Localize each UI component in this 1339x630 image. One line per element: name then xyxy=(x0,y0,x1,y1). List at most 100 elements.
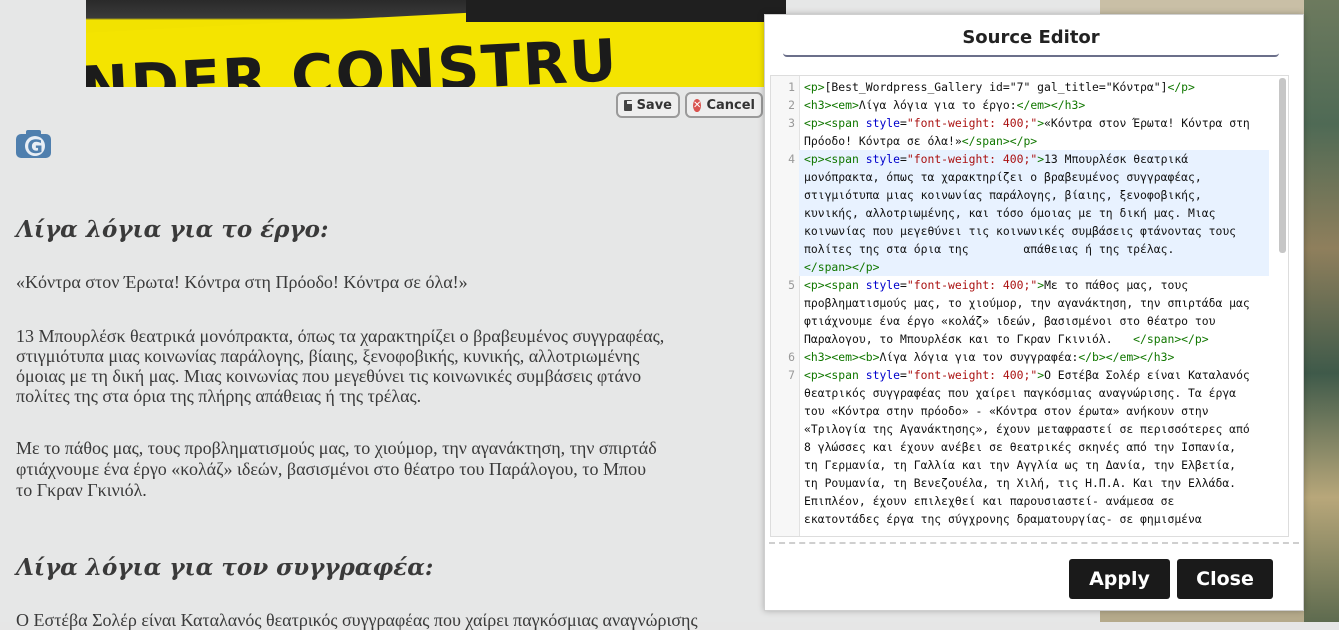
code-token: θεατρικός συγγραφέας που χαίρει παγκόσμι… xyxy=(804,386,1237,400)
source-editor-dialog: Source Editor 1 <p>[Best_Wordpress_Galler… xyxy=(764,14,1304,611)
code-line[interactable]: πολίτες της στα όρια της απάθειας ή της … xyxy=(799,240,1269,258)
code-line[interactable]: 2 <h3><em>Λίγα λόγια για το έργο:</em></h… xyxy=(788,96,1269,114)
code-line[interactable]: «Τριλογία της Αγανάκτησης», έχουν μεταφρ… xyxy=(799,420,1269,438)
line-number: 7 xyxy=(788,368,795,382)
code-line[interactable]: στιγμιότυπα μιας κοινωνίας παράλογης, βί… xyxy=(799,186,1269,204)
background-art xyxy=(1304,0,1339,622)
code-token: Λίγα λόγια για το έργο: xyxy=(858,98,1017,112)
code-token: style xyxy=(865,278,901,292)
code-line[interactable]: 1 <p>[Best_Wordpress_Gallery id="7" gal_t… xyxy=(788,78,1269,96)
code-token: Επιπλέον, έχουν επιλεχθεί και παρουσιαστ… xyxy=(804,494,1175,508)
code-token: "font-weight: 400;" xyxy=(906,278,1038,292)
line-number: 3 xyxy=(788,116,795,130)
save-button[interactable]: Save xyxy=(616,92,680,118)
hero-image: NDER CONSTRU xyxy=(86,0,786,87)
heading-about-work: Λίγα λόγια για το έργο: xyxy=(16,216,329,243)
gallery-logo-icon[interactable]: G xyxy=(16,128,53,158)
code-token: Με το πάθος μας, τους xyxy=(1044,278,1189,292)
code-token: style xyxy=(865,368,901,382)
code-line[interactable]: φτιάχνουμε ένα έργο «κολάζ» ιδεών, βασισ… xyxy=(799,312,1269,330)
code-token: </span></p> xyxy=(804,260,880,274)
save-label: Save xyxy=(636,97,672,113)
code-line[interactable]: Πρόοδο! Κόντρα σε όλα!»</span></p> xyxy=(799,132,1269,150)
code-line[interactable]: προβληματισμούς μας, το χιούμορ, την αγα… xyxy=(799,294,1269,312)
code-token: </p> xyxy=(1167,80,1195,94)
close-button[interactable]: Close xyxy=(1177,559,1273,599)
code-token: τη Ρουμανία, τη Βενεζουέλα, τη Χιλή, τις… xyxy=(804,476,1237,490)
code-line[interactable]: 7 <p><span style="font-weight: 400;">Ο Εσ… xyxy=(788,366,1269,384)
code-token: φτιάχνουμε ένα έργο «κολάζ» ιδεών, βασισ… xyxy=(804,314,1216,328)
code-line[interactable]: του «Κόντρα στην πρόοδο» - «Κόντρα στον … xyxy=(799,402,1269,420)
code-token: style xyxy=(865,116,901,130)
vertical-scrollbar[interactable] xyxy=(1279,78,1286,534)
code-token: </em></h3> xyxy=(1016,98,1086,112)
code-token: = xyxy=(900,278,907,292)
code-line[interactable]: τη Γερμανία, τη Γαλλία και την Αγγλία ως… xyxy=(799,456,1269,474)
line-number: 6 xyxy=(788,350,795,364)
line-number: 4 xyxy=(788,152,795,166)
code-token: <h3><em><b> xyxy=(804,350,880,364)
code-token: μονόπρακτα, όπως τα χαρακτηρίζει ο βραβε… xyxy=(804,170,1202,184)
code-token: </span></p> xyxy=(961,134,1038,148)
code-token: = xyxy=(900,152,907,166)
code-line[interactable]: τη Ρουμανία, τη Βενεζουέλα, τη Χιλή, τις… xyxy=(799,474,1269,492)
code-token: εκατοντάδες έργα της σύγχρονης δραματουρ… xyxy=(804,512,1202,526)
line-number: 1 xyxy=(788,80,795,94)
code-line[interactable]: 5 <p><span style="font-weight: 400;">Με τ… xyxy=(788,276,1269,294)
cancel-button[interactable]: ✕ Cancel xyxy=(685,92,763,118)
paragraph-line: Ο Εστέβα Σολέρ είναι Καταλανός θεατρικός… xyxy=(16,610,698,630)
code-token: style xyxy=(865,152,901,166)
code-token: <p><span xyxy=(804,278,866,292)
code-editor[interactable]: 1 <p>[Best_Wordpress_Gallery id="7" gal_t… xyxy=(770,75,1289,537)
code-token: "font-weight: 400;" xyxy=(906,152,1038,166)
code-token: πολίτες της στα όρια της απάθειας ή της … xyxy=(804,242,1175,256)
line-number: 5 xyxy=(788,278,795,292)
dialog-title: Source Editor xyxy=(783,27,1279,57)
code-line[interactable]: 6 <h3><em><b>Λίγα λόγια για τον συγγραφέα… xyxy=(788,348,1269,366)
code-line[interactable]: 4 <p><span style="font-weight: 400;">13 Μ… xyxy=(788,150,1269,168)
apply-button[interactable]: Apply xyxy=(1069,559,1170,599)
code-line[interactable]: </span></p> xyxy=(799,258,1269,276)
save-icon xyxy=(624,99,632,111)
code-token: στιγμιότυπα μιας κοινωνίας παράλογης, βί… xyxy=(804,188,1202,202)
code-line[interactable]: Επιπλέον, έχουν επιλεχθεί και παρουσιαστ… xyxy=(799,492,1269,510)
code-token: «Τριλογία της Αγανάκτησης», έχουν μεταφρ… xyxy=(804,422,1250,436)
code-token: 13 Μπουρλέσκ θεατρικά xyxy=(1044,152,1189,166)
code-token: <p><span xyxy=(804,368,866,382)
code-token: τη Γερμανία, τη Γαλλία και την Αγγλία ως… xyxy=(804,458,1237,472)
code-token: του «Κόντρα στην πρόοδο» - «Κόντρα στον … xyxy=(804,404,1209,418)
code-token: = xyxy=(900,116,907,130)
code-token: προβληματισμούς μας, το χιούμορ, την αγα… xyxy=(804,296,1250,310)
code-token: κοινωνίας που μεγεθύνει τις κοινωνικές σ… xyxy=(804,224,1237,238)
code-line[interactable]: εκατοντάδες έργα της σύγχρονης δραματουρ… xyxy=(799,510,1269,528)
code-token: </b></em></h3> xyxy=(1078,350,1175,364)
code-line[interactable]: 3 <p><span style="font-weight: 400;">«Κόν… xyxy=(788,114,1269,132)
code-token: Πρόοδο! Κόντρα σε όλα!» xyxy=(804,134,962,148)
code-token: κυνικής, αλλοτριωμένης, και τόσο όμοιας … xyxy=(804,206,1216,220)
code-token: 8 γλώσσες και έχουν ανέβει σε θεατρικές … xyxy=(804,440,1237,454)
svg-text:G: G xyxy=(27,136,43,158)
code-token: Παραλογου, το Μπουρλέσκ και το Γκραν Γκι… xyxy=(804,332,1134,346)
code-token: "font-weight: 400;" xyxy=(906,368,1038,382)
line-number-gutter xyxy=(771,76,800,536)
code-line[interactable]: κυνικής, αλλοτριωμένης, και τόσο όμοιας … xyxy=(799,204,1269,222)
cancel-icon: ✕ xyxy=(693,98,702,112)
code-token: Ο Εστέβα Σολέρ είναι Καταλανός xyxy=(1044,368,1250,382)
background-art xyxy=(1100,611,1304,622)
code-token: <p> xyxy=(804,80,825,94)
background-art xyxy=(1100,0,1304,14)
code-line[interactable]: 8 γλώσσες και έχουν ανέβει σε θεατρικές … xyxy=(799,438,1269,456)
code-content[interactable]: 1 <p>[Best_Wordpress_Gallery id="7" gal_t… xyxy=(788,78,1269,528)
code-token: <p><span xyxy=(804,152,866,166)
code-line[interactable]: Παραλογου, το Μπουρλέσκ και το Γκραν Γκι… xyxy=(799,330,1269,348)
scrollbar-thumb[interactable] xyxy=(1279,78,1286,253)
code-token: Λίγα λόγια για τον συγγραφέα: xyxy=(879,350,1079,364)
code-line[interactable]: μονόπρακτα, όπως τα χαρακτηρίζει ο βραβε… xyxy=(799,168,1269,186)
line-number: 2 xyxy=(788,98,795,112)
code-line[interactable]: κοινωνίας που μεγεθύνει τις κοινωνικές σ… xyxy=(799,222,1269,240)
dialog-divider xyxy=(769,542,1299,544)
code-token: [Best_Wordpress_Gallery id="7" gal_title… xyxy=(824,80,1168,94)
code-token: = xyxy=(900,368,907,382)
code-token: <h3><em> xyxy=(804,98,859,112)
code-line[interactable]: θεατρικός συγγραφέας που χαίρει παγκόσμι… xyxy=(799,384,1269,402)
